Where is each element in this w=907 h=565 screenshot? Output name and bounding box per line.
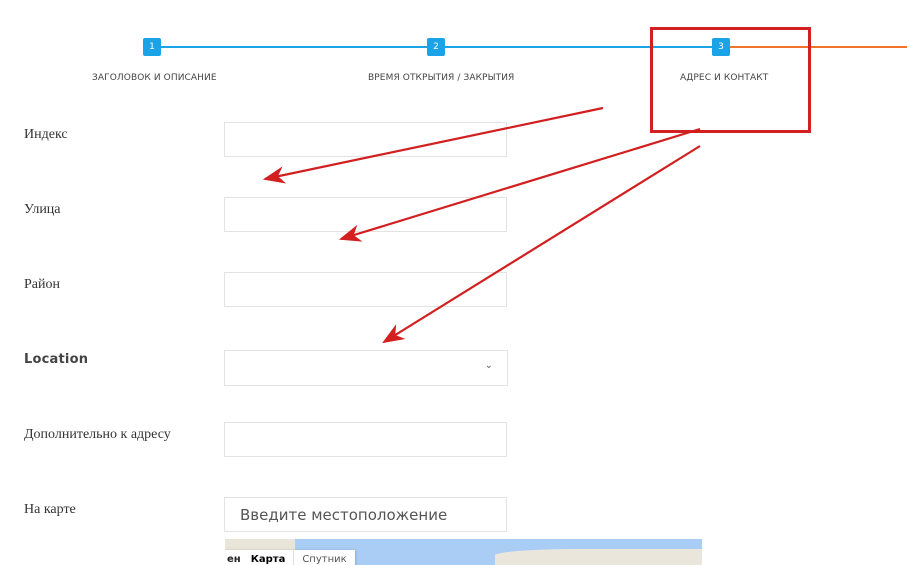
map-tab-cut: ен: [227, 554, 241, 565]
step-2-label[interactable]: ВРЕМЯ ОТКРЫТИЯ / ЗАКРЫТИЯ: [368, 73, 514, 83]
street-input[interactable]: [224, 197, 507, 232]
index-label: Индекс: [24, 127, 68, 142]
district-input[interactable]: [224, 272, 507, 307]
map-tab-map[interactable]: Карта: [243, 550, 295, 565]
map-search-input[interactable]: [224, 497, 507, 532]
district-label: Район: [24, 277, 60, 292]
location-label: Location: [24, 352, 89, 367]
additional-address-label: Дополнительно к адресу: [24, 427, 171, 442]
map-type-controls: ен Карта Спутник: [225, 550, 355, 565]
street-label: Улица: [24, 202, 61, 217]
location-select[interactable]: ⌄: [224, 350, 508, 386]
map-label: На карте: [24, 502, 76, 517]
index-input[interactable]: [224, 122, 507, 157]
additional-address-input[interactable]: [224, 422, 507, 457]
map-tab-satellite[interactable]: Спутник: [294, 550, 354, 565]
step-2-badge[interactable]: 2: [427, 38, 445, 56]
annotation-highlight-box: [650, 27, 811, 133]
step-1-label[interactable]: ЗАГОЛОВОК И ОПИСАНИЕ: [92, 73, 217, 83]
chevron-down-icon: ⌄: [484, 360, 493, 371]
map-view[interactable]: ен Карта Спутник: [225, 539, 702, 565]
arrow-to-location: [382, 145, 701, 344]
map-land: [495, 549, 702, 565]
step-1-badge[interactable]: 1: [143, 38, 161, 56]
